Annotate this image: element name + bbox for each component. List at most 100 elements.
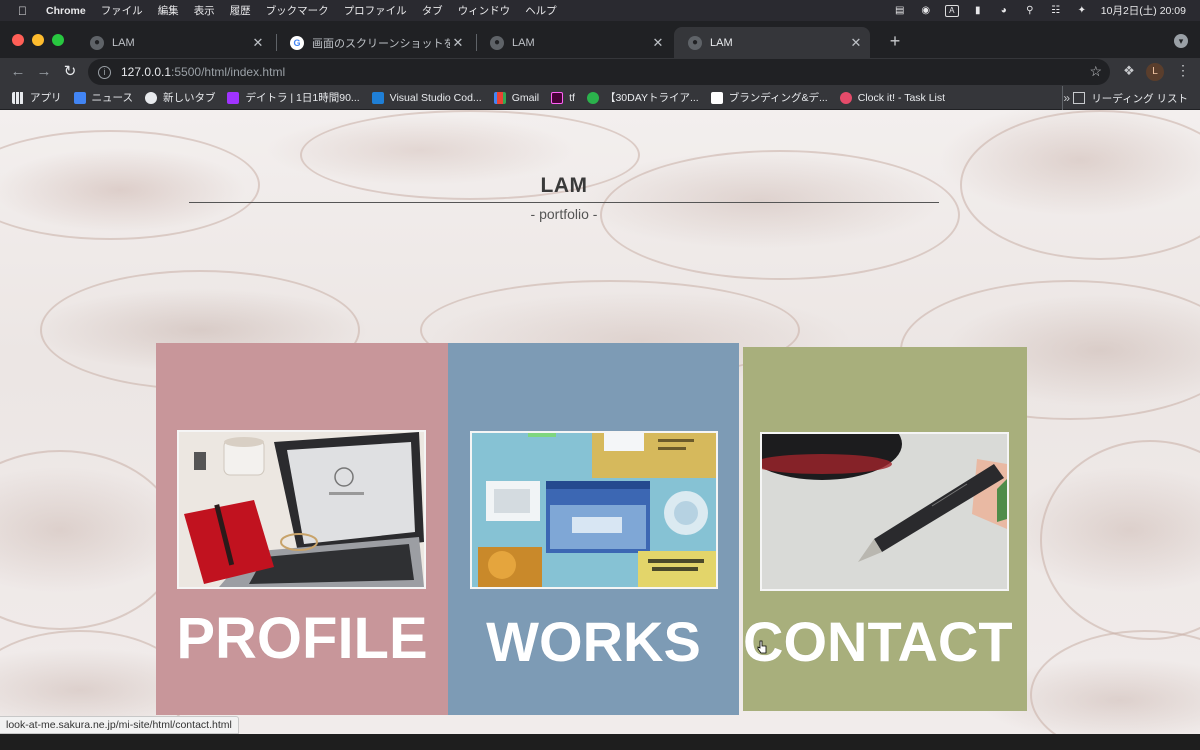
- xd-icon: [551, 91, 564, 104]
- menu-window[interactable]: ウィンドウ: [458, 3, 511, 18]
- wifi-icon[interactable]: ◕: [997, 5, 1011, 17]
- header-divider: [189, 202, 939, 203]
- laptop-desk-illustration: [179, 432, 424, 587]
- minimize-window-button[interactable]: [32, 34, 44, 46]
- marble-vein: [0, 450, 180, 630]
- siri-icon[interactable]: ✦: [1075, 5, 1089, 17]
- profile-card[interactable]: PROFILE: [156, 343, 448, 715]
- url-host: 127.0.0.1: [121, 65, 172, 79]
- profile-avatar[interactable]: L: [1146, 63, 1164, 81]
- new-tab-button[interactable]: +: [884, 30, 906, 52]
- close-icon[interactable]: ✕: [848, 35, 864, 51]
- site-subtitle: - portfolio -: [530, 206, 598, 222]
- address-bar[interactable]: i 127.0.0.1:5500/html/index.html ☆: [88, 59, 1110, 85]
- extensions-puzzle-icon[interactable]: ❖: [1120, 63, 1138, 79]
- works-card[interactable]: WORKS: [448, 343, 739, 715]
- bookmark-news[interactable]: ニュース: [73, 90, 133, 105]
- close-window-button[interactable]: [12, 34, 24, 46]
- fullscreen-window-button[interactable]: [52, 34, 64, 46]
- bookmark-label: Visual Studio Cod...: [389, 91, 482, 104]
- globe-icon: ●: [490, 35, 504, 50]
- bookmarks-bar: アプリ ニュース 新しいタブ デイトラ | 1日1時間90... Visual …: [0, 86, 1200, 110]
- window-controls: [12, 34, 64, 46]
- contact-thumbnail: [760, 432, 1009, 591]
- menu-history[interactable]: 履歴: [230, 3, 251, 18]
- bookmark-daytra[interactable]: デイトラ | 1日1時間90...: [227, 90, 360, 105]
- tab-lam-2[interactable]: ● LAM ✕: [476, 27, 672, 58]
- marble-vein: [960, 110, 1200, 260]
- menu-help[interactable]: ヘルプ: [525, 3, 557, 18]
- control-center-icon[interactable]: ☷: [1049, 5, 1063, 17]
- profile-thumbnail: [177, 430, 426, 589]
- works-label[interactable]: WORKS: [448, 609, 739, 674]
- bookmark-new-tab[interactable]: 新しいタブ: [144, 90, 216, 105]
- bookmark-clockit[interactable]: Clock it! - Task List: [839, 91, 945, 104]
- close-icon[interactable]: ✕: [250, 35, 266, 51]
- battery-icon[interactable]: ▮: [971, 5, 985, 17]
- page-viewport: LAM - portfolio - PROFILE WORKS CONTACT: [0, 110, 1200, 734]
- menu-clock[interactable]: 10月2日(土) 20:09: [1101, 3, 1186, 18]
- site-title[interactable]: LAM: [189, 174, 939, 200]
- menu-view[interactable]: 表示: [194, 3, 215, 18]
- tab-strip: ● LAM ✕ G 画面のスクリーンショットを撮影する ✕ ● LAM ✕ ● …: [0, 21, 1200, 58]
- apple-icon[interactable]: : [18, 4, 32, 18]
- tab-screenshot-help[interactable]: G 画面のスクリーンショットを撮影する ✕: [276, 27, 472, 58]
- dock-area: [0, 734, 1200, 750]
- macos-menu-bar:  Chrome ファイル 編集 表示 履歴 ブックマーク プロファイル タブ …: [0, 0, 1200, 21]
- close-icon[interactable]: ✕: [650, 35, 666, 51]
- screen-record-icon[interactable]: ▤: [893, 5, 907, 17]
- google-icon: G: [290, 35, 304, 50]
- contact-card[interactable]: CONTACT: [743, 347, 1027, 711]
- site-info-icon[interactable]: i: [98, 65, 111, 79]
- creative-cloud-icon[interactable]: ◉: [919, 5, 933, 17]
- menu-profile[interactable]: プロファイル: [344, 3, 407, 18]
- tab-label: LAM: [512, 36, 535, 49]
- 30day-icon: [586, 91, 599, 104]
- bookmark-apps[interactable]: アプリ: [12, 90, 62, 105]
- chrome-menu-icon[interactable]: ⋮: [1176, 62, 1190, 79]
- bookmark-label: 新しいタブ: [162, 92, 216, 104]
- tab-label: LAM: [112, 36, 135, 49]
- profile-label[interactable]: PROFILE: [156, 605, 448, 672]
- reading-list-icon: [1073, 92, 1086, 104]
- bookmark-label: Gmail: [511, 91, 540, 104]
- link-hover-status: look-at-me.sakura.ne.jp/mi-site/html/con…: [0, 716, 239, 734]
- bookmark-label: tf: [569, 91, 575, 104]
- menu-status-area: ▤ ◉ A ▮ ◕ ⚲ ☷ ✦ 10月2日(土) 20:09: [893, 0, 1186, 21]
- bookmark-vscode[interactable]: Visual Studio Cod...: [371, 91, 482, 104]
- bookmark-star-icon[interactable]: ☆: [1089, 63, 1102, 80]
- site-header: LAM - portfolio -: [189, 174, 939, 222]
- bookmark-label: ブランディング&デ...: [728, 92, 828, 104]
- marble-vein: [1040, 440, 1200, 640]
- bookmark-tf[interactable]: tf: [551, 91, 575, 104]
- contact-label[interactable]: CONTACT: [743, 609, 1027, 674]
- reading-list-label: リーディング リスト: [1091, 92, 1188, 105]
- tab-lam-1[interactable]: ● LAM ✕: [76, 27, 272, 58]
- bookmark-gmail[interactable]: Gmail: [493, 91, 540, 104]
- bookmark-label: アプリ: [30, 92, 62, 104]
- works-thumbnail: [470, 431, 718, 589]
- vscode-icon: [371, 91, 384, 104]
- forward-arrow-icon[interactable]: →: [34, 62, 54, 82]
- tab-lam-active[interactable]: ● LAM ✕: [674, 27, 870, 58]
- bookmark-30day[interactable]: 【30DAYトライア...: [586, 90, 699, 105]
- fountain-pen-illustration: [762, 434, 1007, 589]
- menu-app-name[interactable]: Chrome: [46, 5, 86, 17]
- menu-tab[interactable]: タブ: [422, 3, 443, 18]
- spotlight-search-icon[interactable]: ⚲: [1023, 5, 1037, 17]
- reading-list-button[interactable]: リーディング リスト: [1062, 86, 1188, 110]
- bookmark-label: ニュース: [91, 92, 133, 104]
- bookmark-label: 【30DAYトライア...: [604, 92, 699, 104]
- works-collage-illustration: [472, 433, 716, 587]
- close-icon[interactable]: ✕: [450, 35, 466, 51]
- tab-search-icon[interactable]: ▾: [1174, 34, 1188, 48]
- globe-icon: [144, 91, 157, 104]
- reload-icon[interactable]: ↻: [60, 62, 80, 82]
- menu-bookmarks[interactable]: ブックマーク: [266, 3, 329, 18]
- input-source-icon[interactable]: A: [944, 4, 959, 17]
- back-arrow-icon[interactable]: ←: [8, 62, 28, 82]
- menu-edit[interactable]: 編集: [158, 3, 179, 18]
- bookmark-branding[interactable]: ブランディング&デ...: [710, 90, 828, 105]
- bookmark-label: デイトラ | 1日1時間90...: [245, 92, 360, 104]
- menu-file[interactable]: ファイル: [101, 3, 143, 18]
